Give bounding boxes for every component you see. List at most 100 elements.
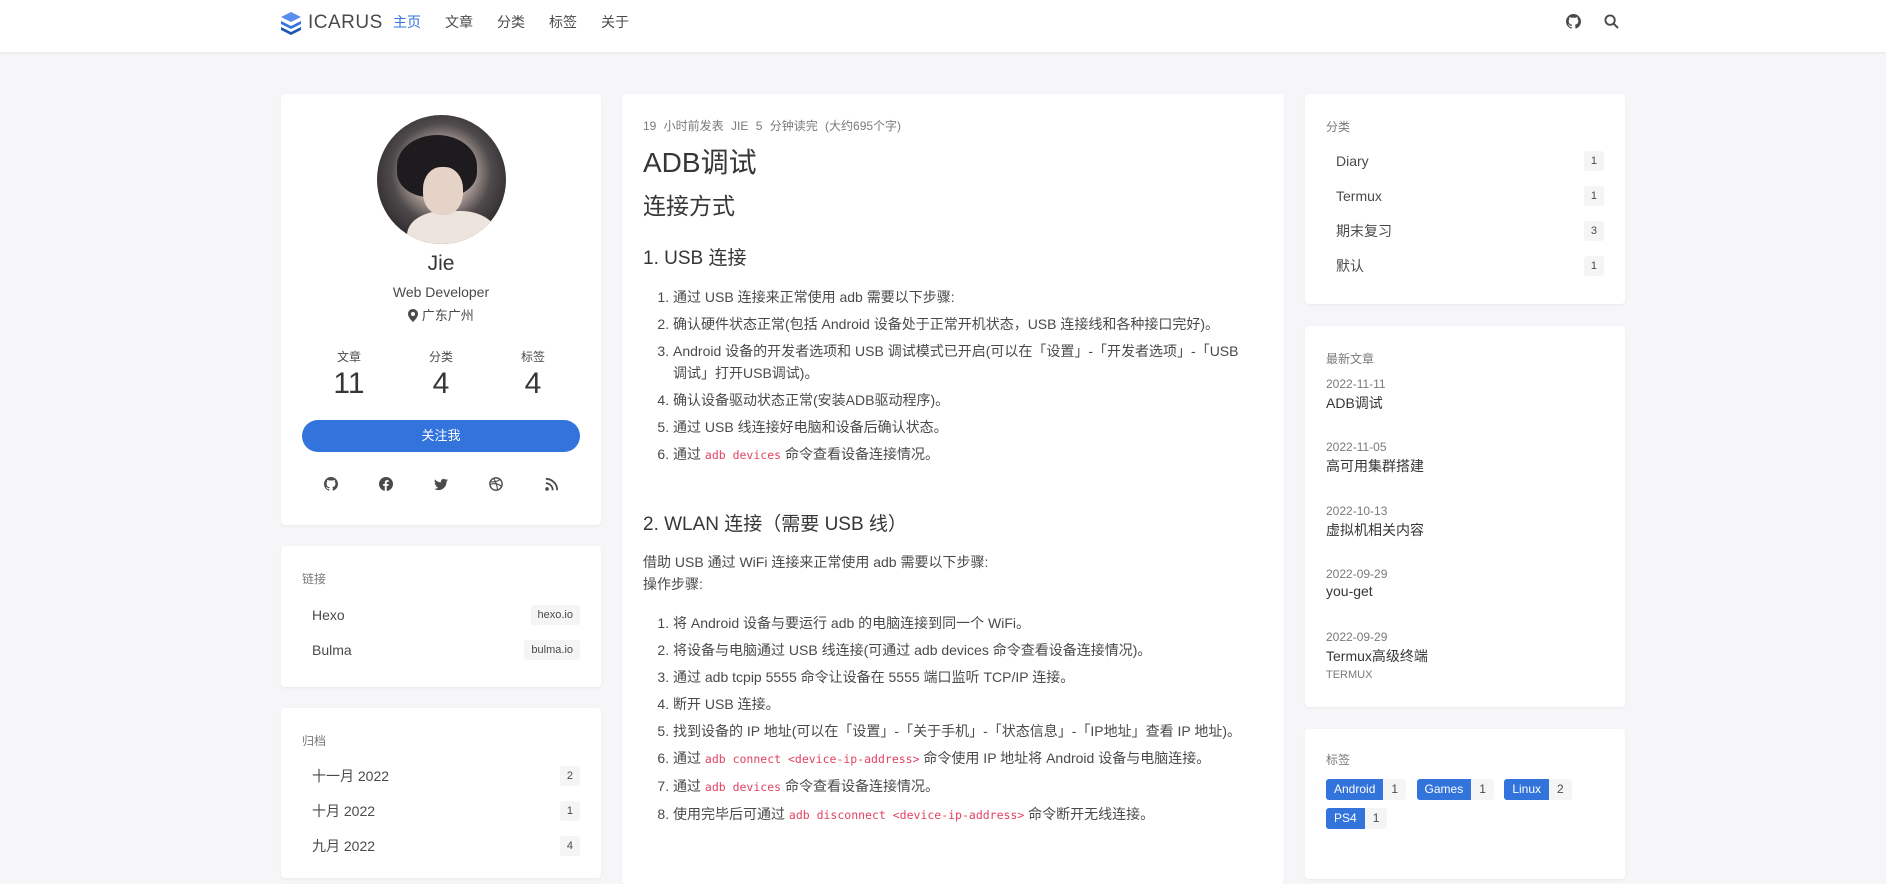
inline-code: adb devices [704,780,782,794]
tag-count: 1 [1383,779,1407,800]
stat-label: 文章 [336,350,361,364]
category-item[interactable]: 期末复习 3 [1326,216,1604,246]
github-icon[interactable] [1564,12,1582,30]
nav-item-categories[interactable]: 分类 [485,11,537,33]
tag-item[interactable]: Linux 2 [1504,779,1572,800]
archive-name: 十月 2022 [312,803,376,819]
rss-icon[interactable] [541,474,561,494]
paragraph: 借助 USB 通过 WiFi 连接来正常使用 adb 需要以下步骤: [643,554,989,570]
post-category-link[interactable]: TERMUX [1326,669,1428,681]
brand-name: ICARUS [308,12,383,33]
post-title-link[interactable]: ADB调试 [1326,393,1386,413]
navbar: ICARUS 主页 文章 分类 标签 关于 [0,0,1886,52]
link-item[interactable]: Hexo hexo.io [302,600,580,630]
tag-item[interactable]: PS4 1 [1326,808,1388,829]
profile-name: Jie [427,252,455,275]
article-title[interactable]: ADB调试 [643,141,757,181]
brand-logo[interactable]: ICARUS [280,10,383,36]
list-item: 通过 USB 线连接好电脑和设备后确认状态。 [673,416,1243,438]
tag-name: Android [1326,779,1384,800]
tags-card: 标签 Android 1 Games 1 Linux 2 PS4 1 [1305,729,1625,879]
list-item: Android 设备的开发者选项和 USB 调试模式已开启(可以在「设置」-「开… [673,340,1243,384]
tag-cloud: Android 1 Games 1 Linux 2 PS4 1 [1326,779,1616,837]
recent-label: 最新文章 [1326,352,1375,366]
links-card: 链接 Hexo hexo.io Bulma bulma.io [281,546,601,687]
tag-count: 1 [1471,779,1494,800]
recent-post: 2022-10-13 虚拟机相关内容 [1326,504,1424,540]
post-title-link[interactable]: 虚拟机相关内容 [1326,520,1424,540]
post-date: 2022-09-29 [1326,567,1388,581]
link-item[interactable]: Bulma bulma.io [302,635,580,665]
post-title-link[interactable]: 高可用集群搭建 [1326,456,1424,476]
follow-button[interactable]: 关注我 [302,420,580,452]
archive-name: 十一月 2022 [312,768,390,784]
stat-categories[interactable]: 分类 4 [395,348,487,401]
category-count: 1 [1583,151,1604,171]
twitter-icon[interactable] [431,474,451,494]
github-icon[interactable] [321,474,341,494]
inline-code: adb devices [704,448,782,462]
categories-card: 分类 Diary 1 Termux 1 期末复习 3 默认 1 [1305,94,1625,304]
subsection-heading: 1. USB 连接 [643,248,747,269]
nav-item-home[interactable]: 主页 [393,11,433,33]
list-item: 确认硬件状态正常(包括 Android 设备处于正常开机状态，USB 连接线和各… [673,313,1243,335]
post-date: 2022-11-11 [1326,377,1386,391]
stat-tags[interactable]: 标签 4 [487,348,579,401]
tag-name: PS4 [1326,808,1365,829]
tag-item[interactable]: Android 1 [1326,779,1407,800]
inline-code: adb disconnect <device-ip-address> [788,808,1025,822]
layers-logo-icon [280,11,302,35]
post-title-link[interactable]: Termux高级终端 [1326,646,1428,666]
nav-menu: 主页 文章 分类 标签 关于 [393,11,641,33]
search-icon[interactable] [1602,12,1620,30]
list-item: 通过 adb tcpip 5555 命令让设备在 5555 端口监听 TCP/I… [673,666,1243,688]
article-meta: 19 小时前发表 JIE 5 分钟读完 (大约695个字) [643,119,902,133]
category-name: Termux [1336,188,1382,204]
category-count: 1 [1583,186,1604,206]
recent-post: 2022-11-11 ADB调试 [1326,377,1386,413]
tag-item[interactable]: Games 1 [1416,779,1494,800]
wlan-intro: 借助 USB 通过 WiFi 连接来正常使用 adb 需要以下步骤: 操作步骤: [643,551,1243,595]
tag-name: Linux [1504,779,1550,800]
list-item: 通过 adb devices 命令查看设备连接情况。 [673,443,1243,466]
list-item: 通过 USB 连接来正常使用 adb 需要以下步骤: [673,286,1243,308]
article-card: 19 小时前发表 JIE 5 分钟读完 (大约695个字) ADB调试 连接方式… [622,94,1284,884]
nav-item-articles[interactable]: 文章 [433,11,485,33]
category-item[interactable]: Termux 1 [1326,181,1604,211]
tag-count: 1 [1364,808,1388,829]
avatar [377,115,506,244]
stat-articles[interactable]: 文章 11 [303,348,395,401]
archive-item[interactable]: 十月 2022 1 [302,796,580,826]
archives-card: 归档 十一月 2022 2 十月 2022 1 九月 2022 4 [281,708,601,878]
facebook-icon[interactable] [376,474,396,494]
archive-name: 九月 2022 [312,838,376,854]
archive-item[interactable]: 十一月 2022 2 [302,761,580,791]
link-name: Bulma [312,642,352,658]
subsection-heading: 2. WLAN 连接（需要 USB 线） [643,514,907,535]
dribbble-icon[interactable] [486,474,506,494]
tag-name: Games [1416,779,1472,800]
list-item: 通过 adb connect <device-ip-address> 命令使用 … [673,747,1243,770]
map-marker-icon [408,309,419,325]
list-item: 找到设备的 IP 地址(可以在「设置」-「关于手机」-「状态信息」-「IP地址」… [673,720,1243,742]
list-item: 确认设备驱动状态正常(安装ADB驱动程序)。 [673,389,1243,411]
section-heading: 连接方式 [643,193,735,219]
list-item: 将 Android 设备与要运行 adb 的电脑连接到同一个 WiFi。 [673,612,1243,634]
archive-count: 4 [559,836,580,856]
post-title-link[interactable]: you-get [1326,583,1387,599]
inline-code: adb connect <device-ip-address> [704,752,920,766]
links-label: 链接 [302,572,327,586]
archive-item[interactable]: 九月 2022 4 [302,831,580,861]
category-item[interactable]: 默认 1 [1326,251,1604,281]
category-name: 期末复习 [1336,223,1392,239]
tags-label: 标签 [1326,753,1351,767]
category-count: 3 [1583,221,1604,241]
category-item[interactable]: Diary 1 [1326,146,1604,176]
tag-count: 2 [1549,779,1572,800]
nav-item-tags[interactable]: 标签 [537,11,589,33]
stat-label: 分类 [428,350,453,364]
list-item: 断开 USB 连接。 [673,693,1243,715]
category-name: Diary [1336,153,1369,169]
stat-value: 4 [432,367,450,400]
nav-item-about[interactable]: 关于 [589,11,641,33]
